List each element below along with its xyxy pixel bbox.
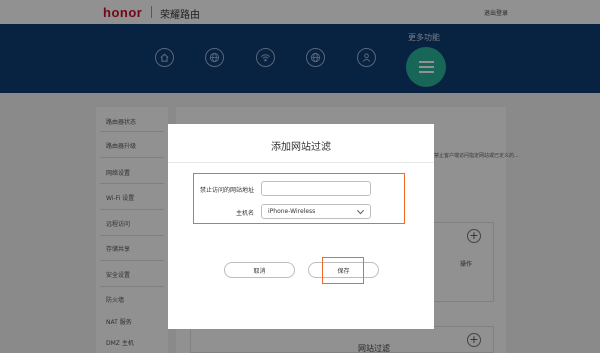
dialog-title: 添加网站过滤	[271, 142, 331, 153]
save-highlight-box	[322, 257, 364, 284]
add-website-filter-dialog: 添加网站过滤 禁止访问的网站地址 主机名 iPhone-Wireless 取消 …	[168, 124, 434, 329]
hostname-select-value: iPhone-Wireless	[268, 208, 316, 215]
blocked-url-label: 禁止访问的网站地址	[199, 187, 254, 194]
chevron-down-icon	[356, 209, 365, 215]
hostname-label: 主机名	[235, 210, 254, 217]
cancel-button[interactable]: 取消	[224, 262, 295, 278]
hostname-select[interactable]: iPhone-Wireless	[261, 204, 371, 219]
dialog-divider	[168, 162, 434, 163]
blocked-url-input[interactable]	[261, 181, 371, 196]
